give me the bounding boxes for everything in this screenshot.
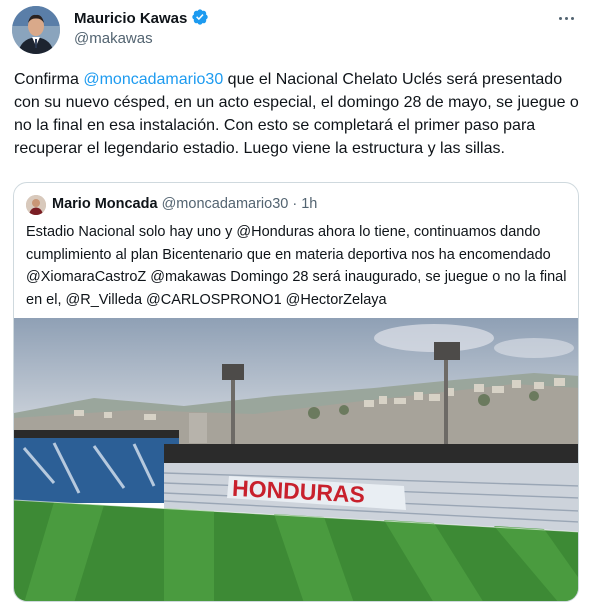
author-name[interactable]: Mauricio Kawas xyxy=(74,8,209,27)
author-avatar[interactable] xyxy=(12,6,60,54)
author-handle[interactable]: @makawas xyxy=(74,30,153,47)
quoted-separator: · xyxy=(288,196,302,212)
quoted-timestamp[interactable]: 1h xyxy=(301,196,317,212)
author-name-text: Mauricio Kawas xyxy=(74,10,188,27)
tweet-text-start: Confirma xyxy=(14,71,84,88)
mention-link[interactable]: @moncadamario30 xyxy=(83,71,223,88)
verified-badge-icon xyxy=(192,9,209,25)
quoted-author-avatar[interactable] xyxy=(26,195,46,215)
tweet-text: Confirma @moncadamario30 que el Nacional… xyxy=(14,68,580,160)
quoted-tweet[interactable]: Mario Moncada @moncadamario30 · 1h Estad… xyxy=(13,182,579,602)
quoted-text: Estadio Nacional solo hay uno y @Hondura… xyxy=(26,224,567,308)
stadium-photo[interactable]: HONDURAS xyxy=(14,318,579,602)
quoted-author-handle[interactable]: @moncadamario30 xyxy=(162,196,289,212)
more-options-icon[interactable] xyxy=(556,8,576,28)
quoted-header: Mario Moncada @moncadamario30 · 1h xyxy=(52,196,317,212)
tweet: Mauricio Kawas @makawas Confirma @moncad… xyxy=(0,0,590,602)
quoted-author-name[interactable]: Mario Moncada xyxy=(52,196,158,212)
